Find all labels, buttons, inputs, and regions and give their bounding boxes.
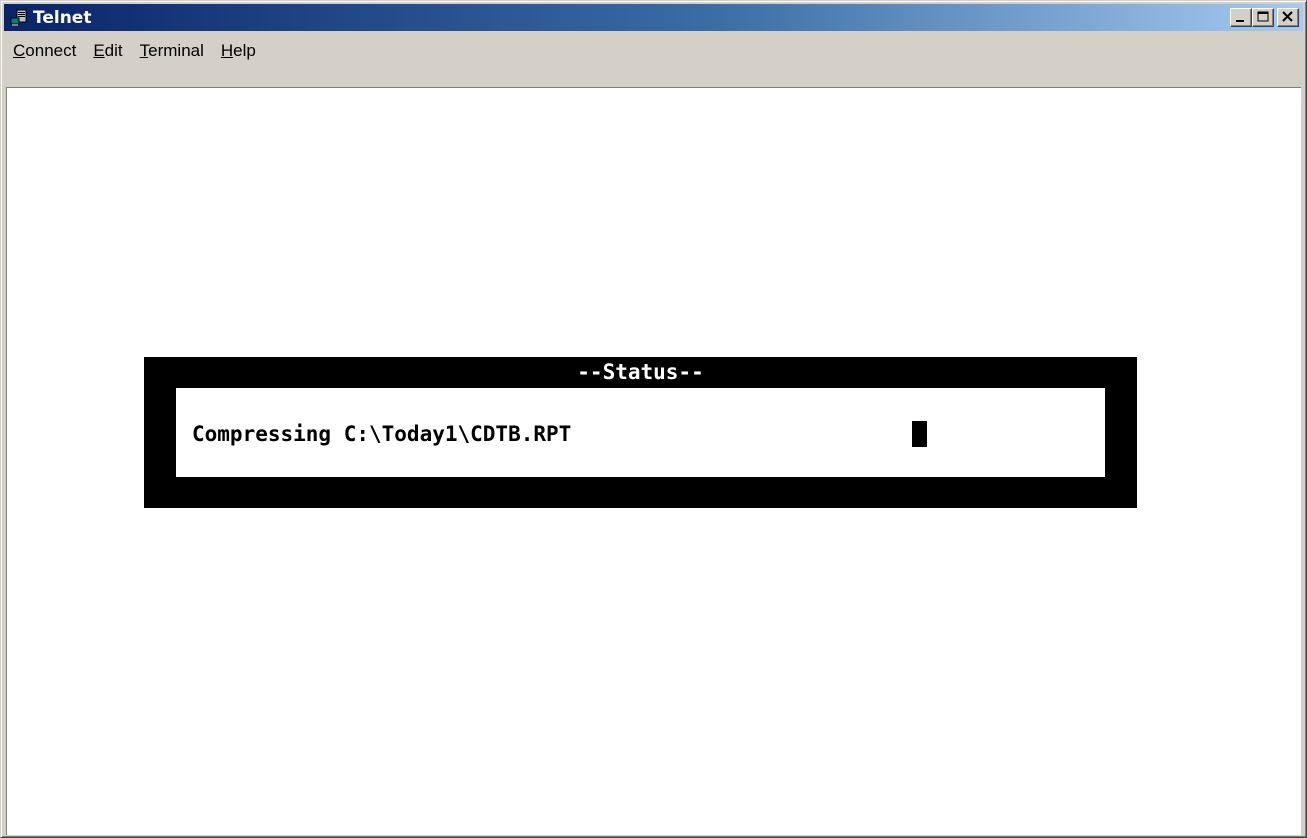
status-dialog: --Status-- Compressing C:\Today1\CDTB.RP… — [144, 357, 1137, 508]
telnet-app-icon[interactable] — [10, 9, 28, 27]
status-dialog-title: --Status-- — [577, 360, 704, 384]
status-dialog-body: Compressing C:\Today1\CDTB.RPT — [176, 388, 1105, 477]
menu-connect-accel: C — [13, 41, 26, 60]
telnet-window: Telnet Connect Edit Terminal Help --Stat… — [0, 0, 1307, 838]
title-bar[interactable]: Telnet — [4, 4, 1303, 31]
menu-help-accel: H — [220, 41, 234, 60]
status-message: Compressing C:\Today1\CDTB.RPT — [192, 422, 572, 446]
menu-help[interactable]: Help — [212, 41, 264, 61]
menu-edit[interactable]: Edit — [84, 41, 130, 61]
maximize-icon[interactable] — [1252, 8, 1274, 27]
menu-terminal-label: erminal — [148, 41, 204, 60]
menu-bar: Connect Edit Terminal Help — [4, 34, 1303, 68]
terminal-screen[interactable]: --Status-- Compressing C:\Today1\CDTB.RP… — [6, 87, 1301, 835]
window-controls — [1230, 8, 1299, 27]
menu-connect-label: onnect — [25, 41, 77, 60]
menu-terminal-accel: T — [139, 41, 149, 60]
menu-terminal[interactable]: Terminal — [131, 41, 212, 61]
text-cursor — [912, 421, 927, 447]
menu-edit-label: dit — [104, 41, 123, 60]
menu-help-label: elp — [233, 41, 256, 60]
close-icon[interactable] — [1277, 8, 1299, 27]
minimize-icon[interactable] — [1230, 8, 1252, 27]
menu-edit-accel: E — [93, 41, 105, 60]
window-title: Telnet — [33, 7, 92, 28]
menu-connect[interactable]: Connect — [4, 41, 84, 61]
